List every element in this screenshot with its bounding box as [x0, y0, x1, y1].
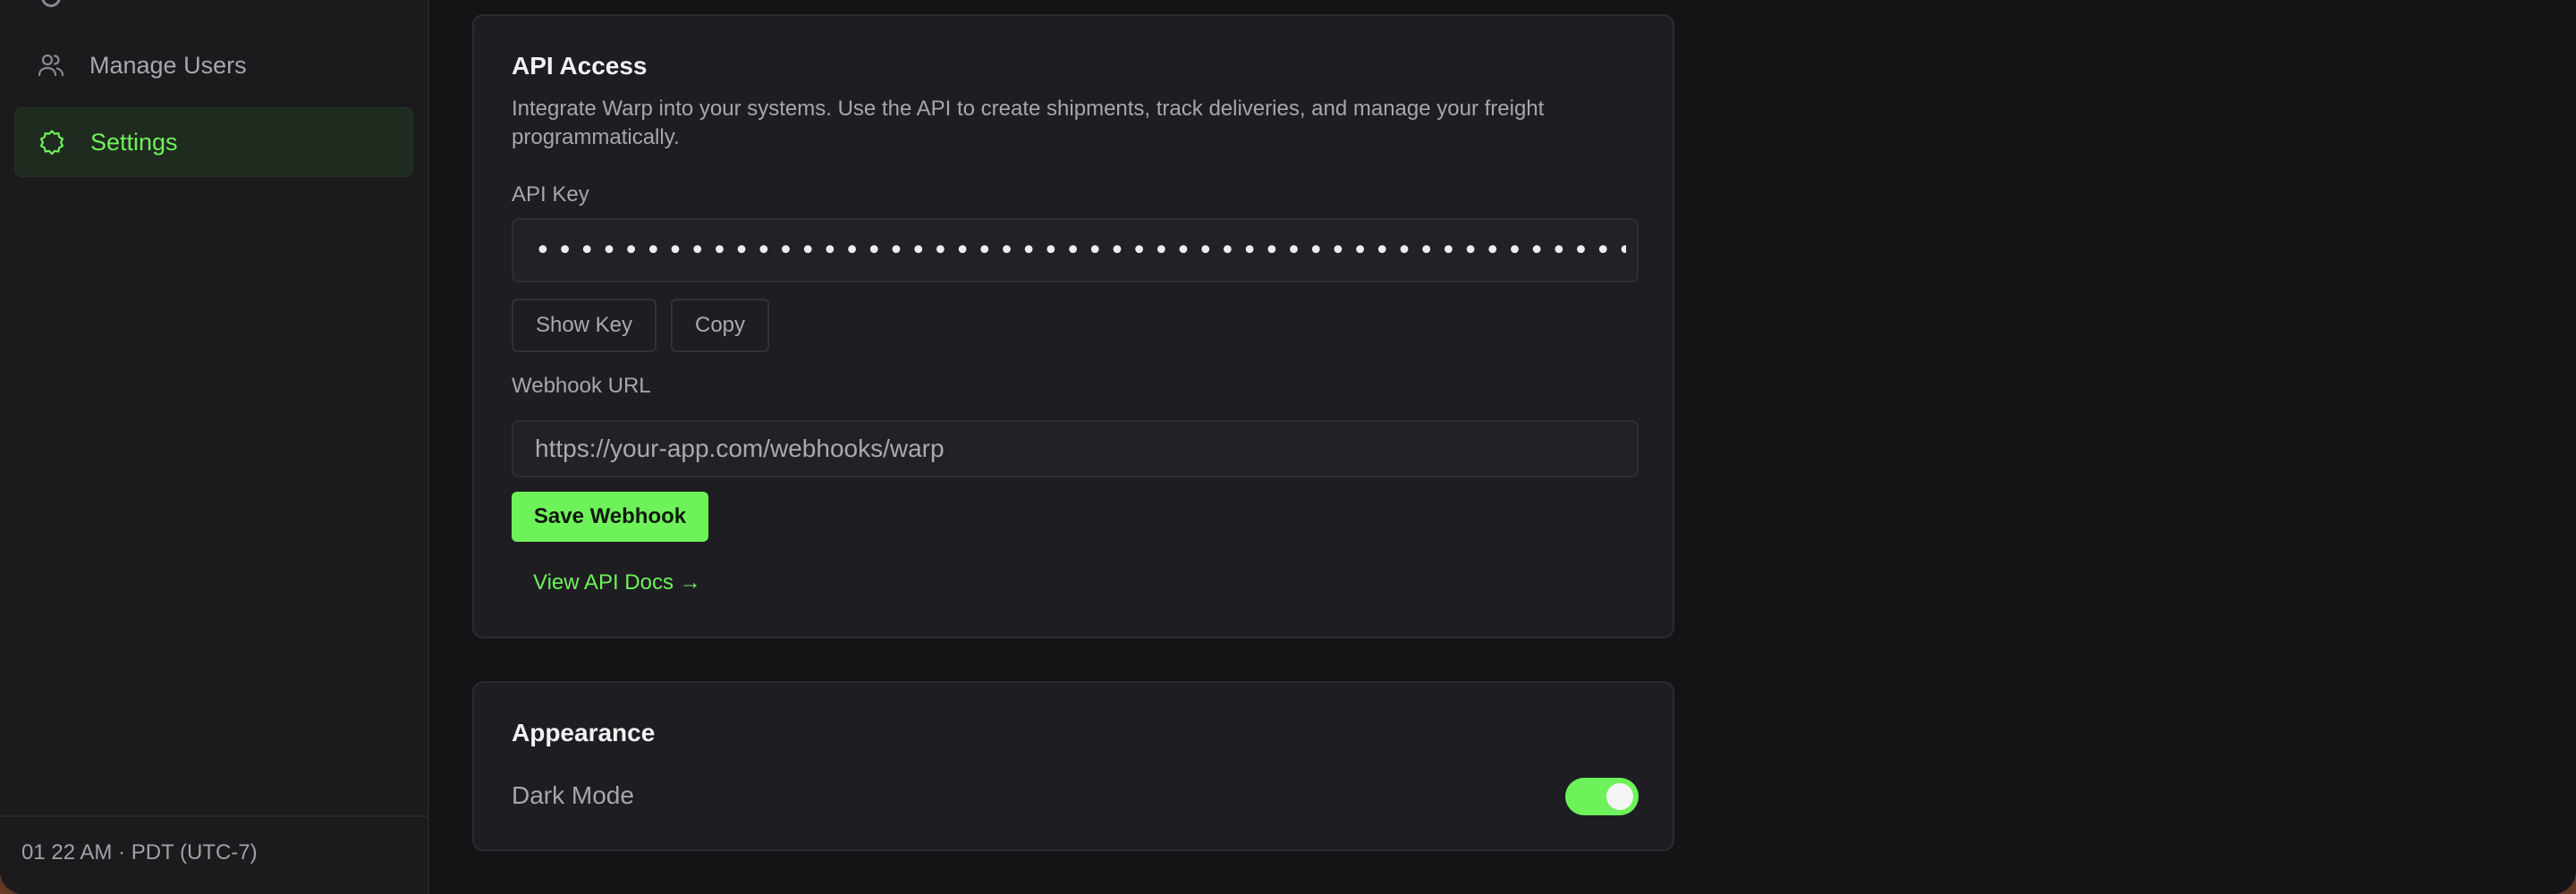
toggle-knob: [1606, 783, 1633, 810]
settings-content: API Access Integrate Warp into your syst…: [431, 0, 2576, 894]
api-key-value: ••••••••••••••••••••••••••••••••••••••••…: [535, 234, 1626, 266]
webhook-url-input[interactable]: https://your-app.com/webhooks/warp: [512, 420, 1639, 477]
dark-mode-toggle[interactable]: [1565, 778, 1639, 815]
appearance-card: Appearance Dark Mode: [472, 681, 1674, 851]
api-key-field[interactable]: ••••••••••••••••••••••••••••••••••••••••…: [512, 218, 1639, 283]
copy-button[interactable]: Copy: [671, 299, 769, 352]
nav-icon-partial: [41, 0, 61, 7]
gear-icon: [37, 127, 67, 157]
sidebar-item-label: Manage Users: [89, 51, 247, 79]
view-api-docs-link[interactable]: View API Docs →: [533, 570, 701, 595]
save-webhook-button[interactable]: Save Webhook: [512, 492, 708, 542]
dark-mode-label: Dark Mode: [512, 781, 634, 809]
clock-status: 01 22 AM · PDT (UTC-7): [21, 840, 258, 864]
show-key-button[interactable]: Show Key: [512, 299, 657, 352]
sidebar-item-settings[interactable]: Settings: [14, 107, 413, 177]
section-description: Integrate Warp into your systems. Use th…: [512, 97, 1545, 149]
sidebar-footer: 01 22 AM · PDT (UTC-7): [0, 815, 429, 894]
sidebar-item-label: Settings: [90, 128, 178, 156]
sidebar: Manage Users Settings 01 22 AM · PDT (UT…: [0, 0, 429, 894]
section-title: API Access: [512, 52, 648, 80]
section-title: Appearance: [512, 719, 656, 746]
webhook-url-placeholder: https://your-app.com/webhooks/warp: [535, 434, 945, 462]
api-key-label: API Key: [512, 182, 589, 207]
sidebar-item-manage-users[interactable]: Manage Users: [14, 30, 413, 100]
users-icon: [36, 50, 66, 80]
webhook-url-label: Webhook URL: [512, 374, 651, 398]
app-window: Manage Users Settings 01 22 AM · PDT (UT…: [0, 0, 2576, 894]
api-access-card: API Access Integrate Warp into your syst…: [472, 14, 1674, 638]
